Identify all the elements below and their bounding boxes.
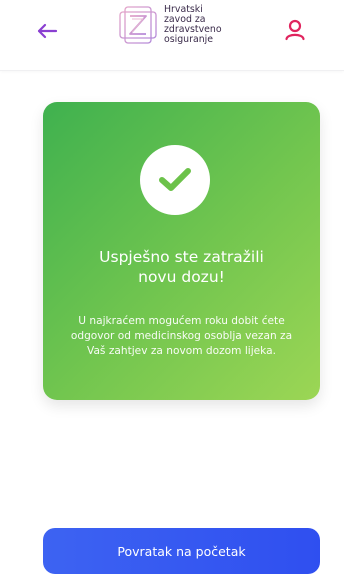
success-card: Uspješno ste zatražili novu dozu! U najk… <box>43 102 320 400</box>
back-to-start-button[interactable]: Povratak na početak <box>43 528 320 574</box>
checkmark-icon <box>159 168 191 191</box>
success-title-line: novu dozu! <box>138 268 225 286</box>
success-check-badge <box>140 145 210 215</box>
logo-line: osiguranje <box>164 34 214 46</box>
success-title: Uspješno ste zatražili novu dozu! <box>53 247 310 287</box>
user-icon <box>285 19 305 41</box>
logo-text: Hrvatski zavod za zdravstveno osiguranje <box>164 4 222 46</box>
success-description-line: Vaš zahtjev za novom dozom lijeka. <box>87 345 276 357</box>
hzzo-logo-icon <box>119 6 157 44</box>
profile-button[interactable] <box>277 12 313 48</box>
hzzo-logo: Hrvatski zavod za zdravstveno osiguranje <box>116 3 222 47</box>
app-header: Hrvatski zavod za zdravstveno osiguranje <box>0 0 344 71</box>
success-title-line: Uspješno ste zatražili <box>99 248 264 266</box>
success-description-line: odgovor od medicinskog osoblja vezan za <box>70 330 293 342</box>
arrow-left-icon <box>37 23 58 39</box>
success-description: U najkraćem mogućem roku dobit ćete odgo… <box>53 314 310 359</box>
success-description-line: U najkraćem mogućem roku dobit ćete <box>78 315 285 327</box>
back-button[interactable] <box>30 14 64 48</box>
